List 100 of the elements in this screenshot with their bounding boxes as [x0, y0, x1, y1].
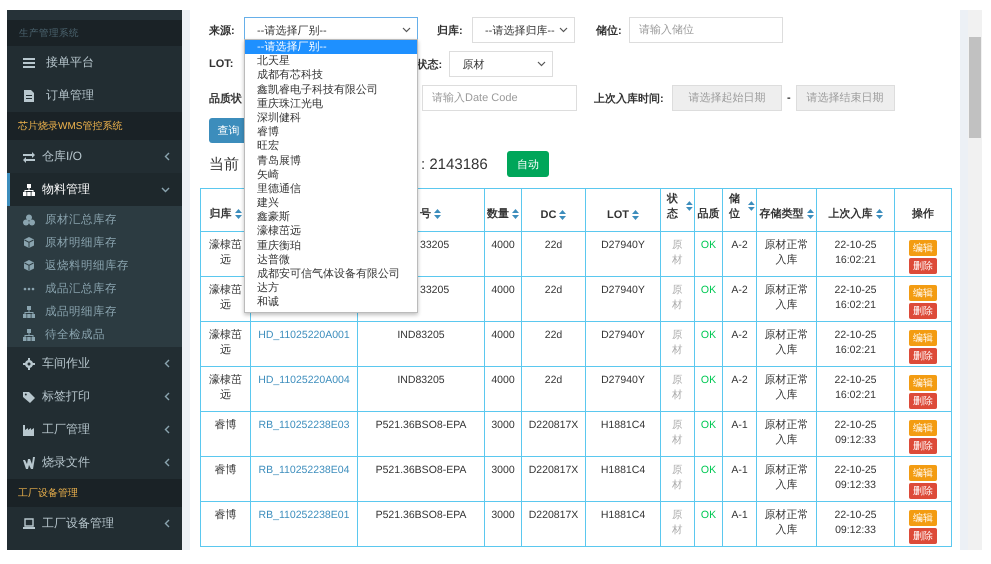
table-cell: 22d [544, 284, 562, 296]
quality-text: OK [700, 374, 716, 386]
table-cell: 22-10-25 16:02:21 [834, 374, 877, 401]
table-cell: D27940Y [601, 329, 645, 341]
table-cell: 22-10-25 16:02:21 [834, 284, 877, 311]
submenu-item[interactable]: 原材明细库存 [7, 231, 182, 254]
dropdown-option[interactable]: 达普微 [245, 252, 417, 267]
table-cell: 原材正常入库 [764, 464, 808, 491]
table-cell: 睿博 [214, 464, 236, 476]
delete-button[interactable]: 删除 [909, 393, 937, 409]
table-cell: 22-10-25 09:12:33 [834, 509, 877, 536]
submenu-item[interactable]: 返烧料明细库存 [7, 254, 182, 277]
factory-icon [23, 424, 35, 436]
select-field[interactable]: 原材 [449, 51, 554, 77]
table-cell: D220817X [528, 464, 578, 476]
submenu-item[interactable]: 待全检成品 [7, 323, 182, 346]
submenu-item[interactable]: 原材汇总库存 [7, 208, 182, 231]
quality-text: OK [700, 284, 716, 296]
select-field[interactable]: --请选择归库-- [472, 17, 575, 43]
date-field[interactable]: 请选择起始日期 [672, 85, 782, 111]
delete-button[interactable]: 删除 [909, 348, 937, 364]
table-cell: A-2 [731, 329, 748, 341]
table-cell: 原材正常入库 [764, 329, 808, 356]
table-cell: 33205 [420, 284, 450, 296]
submenu-item[interactable]: 成品明细库存 [7, 300, 182, 323]
table-cell: D220817X [528, 419, 578, 431]
dropdown-option[interactable]: 鑫豪斯 [245, 210, 417, 224]
column-header[interactable]: LOT [607, 209, 639, 221]
table-cell: 22-10-25 16:02:21 [834, 329, 877, 356]
field-label: 来源: [209, 24, 236, 38]
dropdown-option[interactable]: 重庆衡珀 [245, 238, 417, 253]
menu-item[interactable]: 工厂设备管理 [7, 507, 182, 540]
cubes-icon [23, 214, 35, 226]
dropdown-option[interactable]: 成都有芯科技 [245, 68, 417, 83]
input-field[interactable]: 请输入储位 [629, 17, 783, 43]
dropdown-option[interactable]: 北天星 [245, 54, 417, 68]
delete-button[interactable]: 删除 [909, 258, 937, 274]
dropdown-option[interactable]: 矢崎 [245, 168, 417, 182]
field-label: 归库: [437, 24, 464, 38]
range-separator: - [787, 92, 791, 104]
menu-item[interactable]: 接单平台 [7, 46, 182, 79]
menu-item[interactable]: 工厂管理 [7, 413, 182, 446]
dropdown-option[interactable]: 深圳健科 [245, 110, 417, 126]
field-label: LOT: [209, 58, 234, 70]
column-header[interactable]: DC [540, 209, 566, 221]
caret-icon [402, 27, 411, 33]
dropdown-option[interactable]: 和诚 [245, 295, 417, 310]
dropdown-option[interactable]: 成都安可信气体设备有限公司 [245, 267, 417, 282]
status-text: 原材 [672, 419, 683, 446]
column-header[interactable]: 操作 [912, 206, 934, 221]
column-header[interactable]: 号 [420, 206, 441, 221]
table-cell: 22d [544, 374, 562, 386]
caret-icon [537, 61, 546, 67]
menu-item[interactable]: 烧录文件 [7, 446, 182, 479]
sitemap-icon [23, 306, 35, 318]
menu-item[interactable]: 物料管理 [7, 173, 182, 206]
status-text: 原材 [672, 239, 683, 266]
table-cell: IND83205 [397, 329, 445, 341]
dropdown-option[interactable]: 建兴 [245, 196, 417, 210]
menu-item[interactable]: 仓库I/O [7, 140, 182, 173]
table-cell: 4000 [491, 329, 515, 341]
delete-button[interactable]: 删除 [909, 303, 937, 319]
table-cell: 原材正常入库 [764, 509, 808, 536]
table-cell: 原材正常入库 [764, 419, 808, 446]
menu-item[interactable]: 订单管理 [7, 79, 182, 112]
record-count: : 2143186 [421, 156, 489, 172]
table-cell: H1881C4 [600, 464, 646, 476]
dropdown-option[interactable]: 睿博 [245, 125, 417, 140]
delete-button[interactable]: 删除 [909, 438, 937, 454]
dropdown-option[interactable]: 濠棣茁远 [245, 224, 417, 239]
dropdown-option[interactable]: 达方 [245, 281, 417, 296]
table-cell: 4000 [491, 374, 515, 386]
table-cell: 33205 [420, 239, 450, 251]
field-label: 上次入库时间: [594, 92, 665, 106]
menu-item[interactable]: 标签打印 [7, 380, 182, 413]
date-field[interactable]: 请选择结束日期 [796, 85, 895, 111]
field-label: 品质状 [209, 92, 242, 106]
delete-button[interactable]: 删除 [909, 528, 937, 544]
dropdown-option[interactable]: 里德通信 [245, 182, 417, 196]
table-cell: 4000 [491, 284, 515, 296]
table-cell: 原材正常入库 [764, 284, 808, 311]
table-cell: 睿博 [214, 509, 236, 521]
table-cell: A-2 [731, 239, 748, 251]
status-text: 原材 [672, 509, 683, 536]
menu-item[interactable]: 车间作业 [7, 347, 182, 380]
table-cell: A-1 [731, 464, 748, 476]
document-icon [23, 456, 35, 468]
table-cell: 濠棣茁远 [209, 239, 242, 266]
input-field[interactable]: 请输入Date Code [422, 85, 577, 111]
table-cell: D27940Y [601, 284, 645, 296]
table-cell: P521.36BSO8-EPA [376, 419, 466, 431]
scrollbar[interactable] [968, 10, 982, 550]
dropdown-option[interactable]: 旺宏 [245, 139, 417, 154]
submenu-item[interactable]: 成品汇总库存 [7, 277, 182, 300]
dropdown-option[interactable]: 重庆珠江光电 [245, 96, 417, 111]
dropdown-option[interactable]: 鑫凯睿电子科技有限公司 [245, 82, 417, 97]
tag-icon [23, 390, 35, 402]
delete-button[interactable]: 删除 [909, 483, 937, 499]
dropdown-option[interactable]: 青岛展博 [245, 154, 417, 168]
file-icon [23, 90, 35, 102]
